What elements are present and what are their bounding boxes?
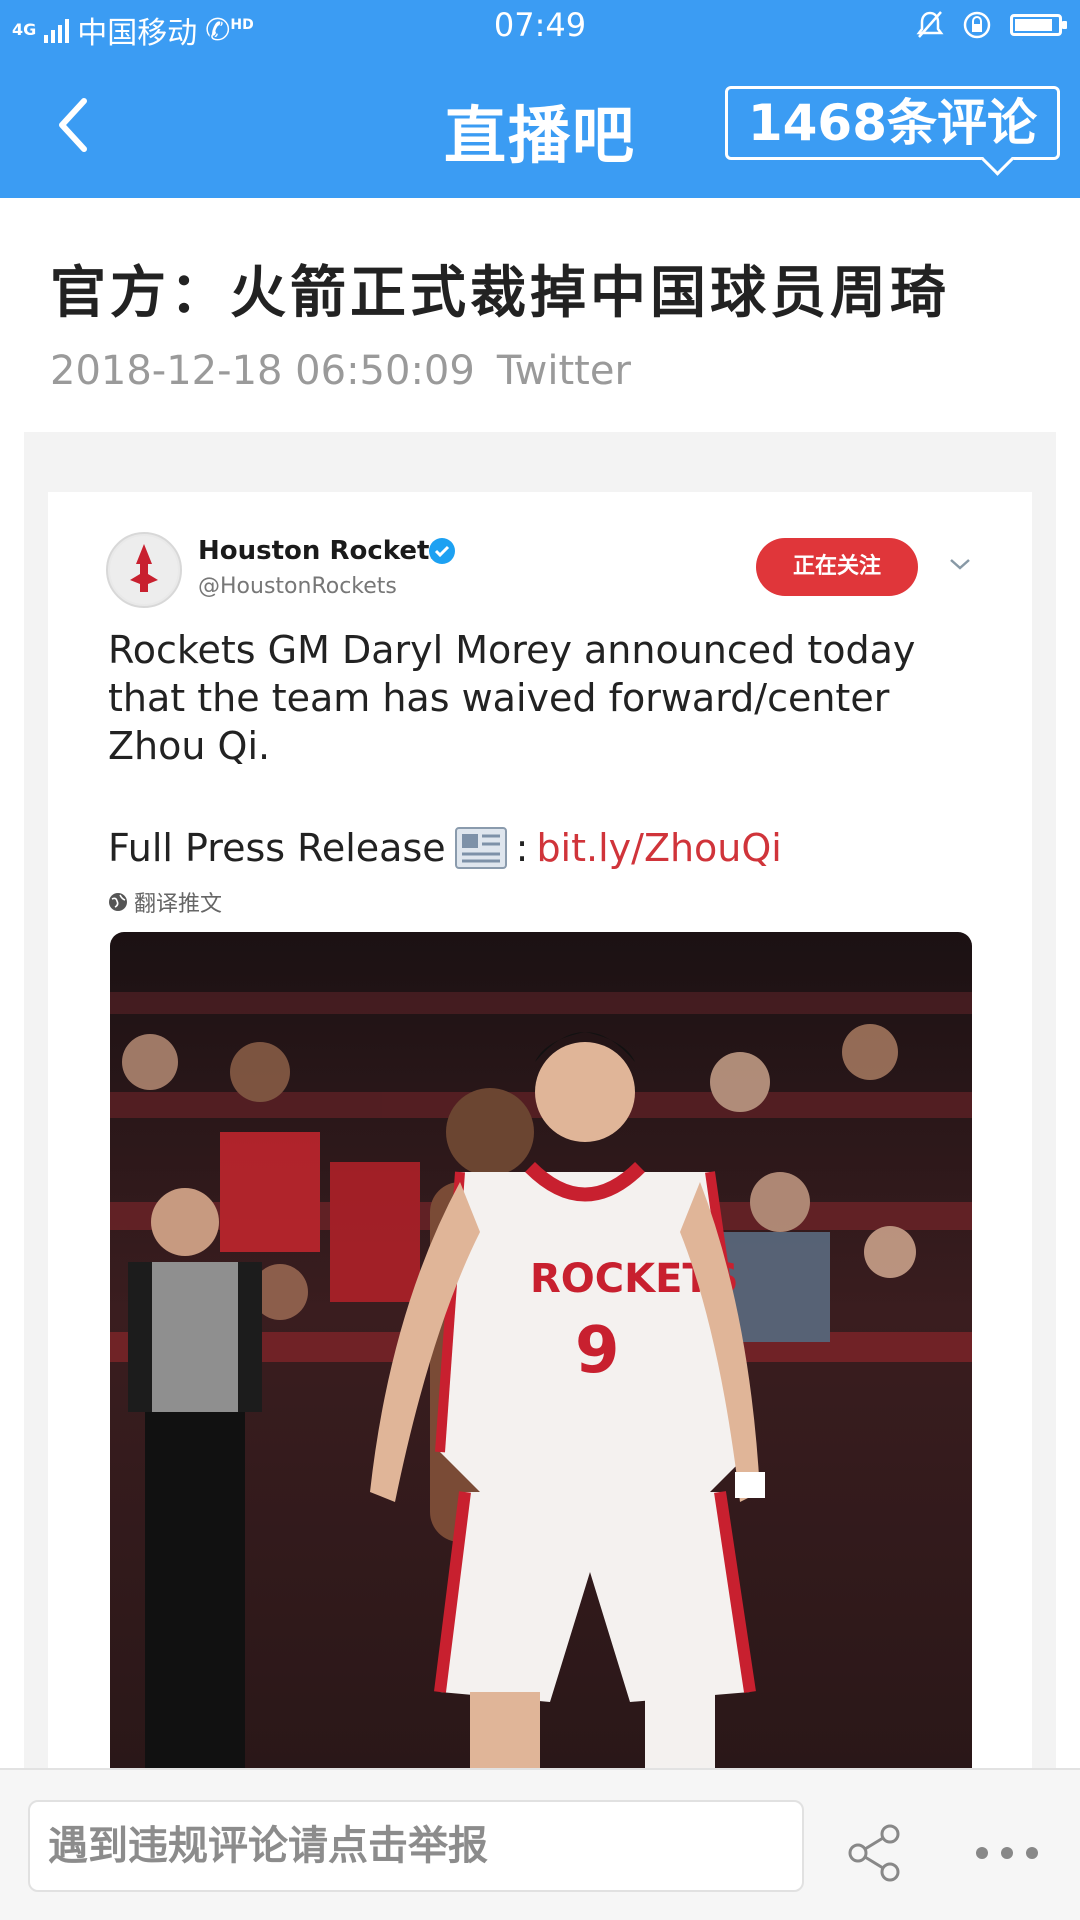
top-bar: 4G 中国移动 ✆HD 07:49 直播吧 1468条评论 — [0, 0, 1080, 198]
rockets-logo-icon — [110, 536, 178, 604]
account-name[interactable]: Houston Rockets — [198, 536, 445, 566]
rotation-lock-icon — [963, 11, 991, 39]
article-headline: 官方：火箭正式裁掉中国球员周琦 — [50, 260, 950, 326]
press-release-line: Full Press Release : bit.ly/ZhouQi — [108, 824, 782, 872]
press-release-link[interactable]: bit.ly/ZhouQi — [536, 826, 781, 870]
avatar[interactable] — [106, 532, 182, 608]
tweet-photo[interactable]: ROCKETS 9 — [110, 932, 972, 1772]
chevron-down-icon[interactable] — [948, 556, 972, 572]
article-meta: 2018-12-18 06:50:09 Twitter — [50, 348, 631, 394]
mute-icon — [916, 11, 944, 38]
status-bar: 4G 中国移动 ✆HD 07:49 — [0, 0, 1080, 54]
battery-icon — [1010, 14, 1067, 36]
verified-icon — [429, 538, 455, 564]
jersey-number: 9 — [575, 1314, 620, 1388]
translate-tweet[interactable]: 翻译推文 — [108, 886, 222, 918]
comments-count: 1468条评论 — [747, 94, 1037, 152]
bottom-bar: 遇到违规评论请点击举报 — [0, 1768, 1080, 1920]
more-icon[interactable] — [972, 1842, 1042, 1864]
screen: 4G 中国移动 ✆HD 07:49 直播吧 1468条评论 官方：火箭正式裁掉中… — [0, 0, 1080, 1920]
tweet-text: Rockets GM Daryl Morey announced today t… — [108, 628, 916, 768]
comments-button[interactable]: 1468条评论 — [724, 86, 1060, 160]
article-source: Twitter — [496, 348, 631, 394]
report-comment-input[interactable]: 遇到违规评论请点击举报 — [28, 1800, 804, 1892]
globe-icon — [109, 893, 127, 911]
account-handle[interactable]: @HoustonRockets — [198, 574, 397, 599]
colon: : — [515, 826, 529, 870]
translate-label: 翻译推文 — [134, 892, 223, 917]
newspaper-icon — [454, 827, 507, 869]
press-release-label: Full Press Release — [108, 826, 446, 870]
status-right — [916, 10, 1067, 40]
player-photo: ROCKETS 9 — [110, 932, 972, 1772]
share-icon[interactable] — [846, 1824, 904, 1882]
article-datetime: 2018-12-18 06:50:09 — [50, 348, 475, 394]
following-button[interactable]: 正在关注 — [756, 538, 918, 596]
